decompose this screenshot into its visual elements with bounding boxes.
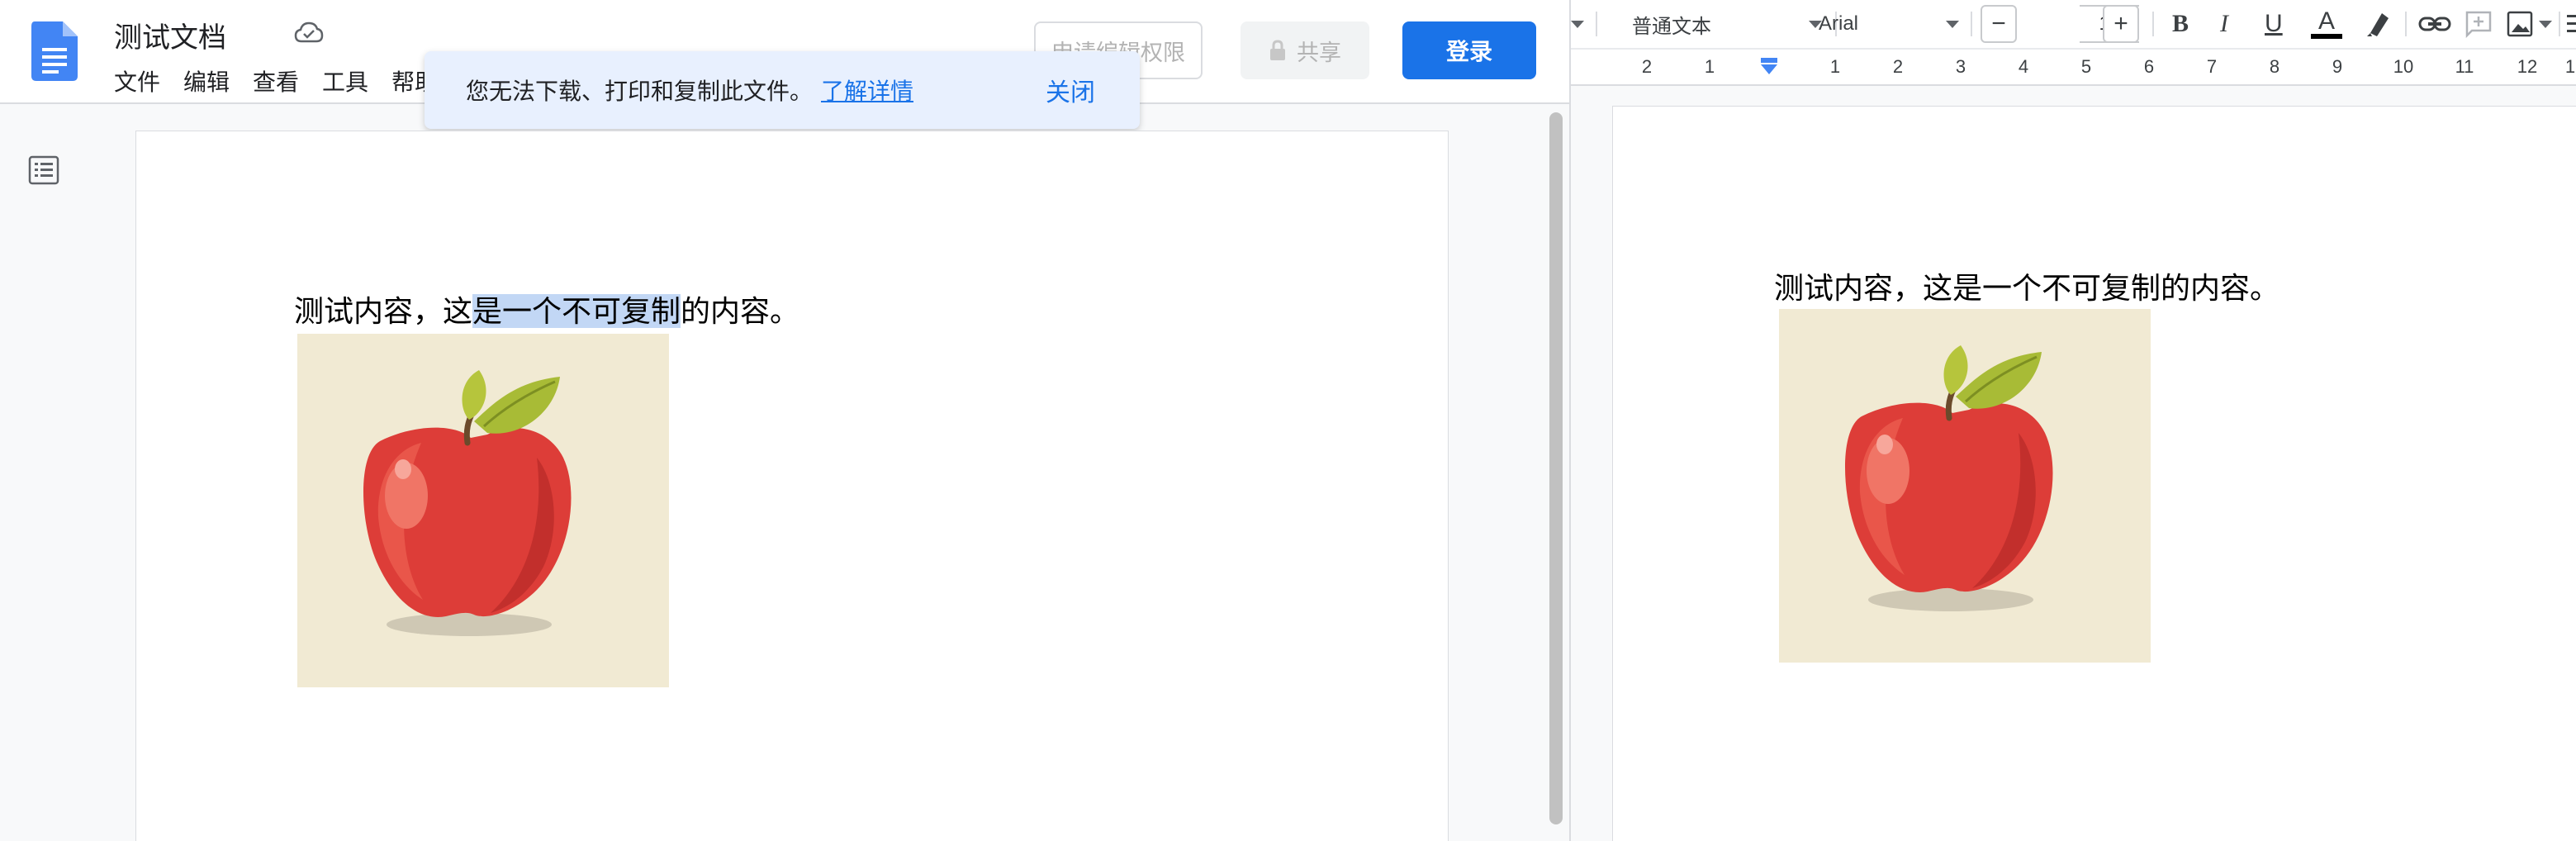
toolbar-divider: [2152, 12, 2154, 36]
apple-image[interactable]: [1779, 309, 2151, 663]
ruler-number: 1: [1704, 56, 1715, 77]
style-select[interactable]: 普通文本: [1632, 0, 1822, 48]
text-after: 的内容。: [681, 294, 800, 328]
ruler-number: 2: [1892, 56, 1904, 77]
login-button[interactable]: 登录: [1402, 21, 1536, 79]
ruler-number: 2: [1641, 56, 1653, 77]
menu-view[interactable]: 查看: [253, 64, 299, 95]
ruler-number: 8: [2269, 56, 2280, 77]
ruler-number: 7: [2206, 56, 2218, 77]
menu-file[interactable]: 文件: [114, 64, 160, 95]
ruler-number: 12: [2517, 56, 2538, 77]
comment-icon[interactable]: [2465, 10, 2493, 38]
highlighter-icon[interactable]: [2364, 8, 2393, 40]
indent-marker-icon[interactable]: [1759, 58, 1779, 76]
font-select[interactable]: Arial: [1819, 0, 1959, 48]
toolbar-divider: [1971, 12, 1972, 36]
copy-restriction-notice: 您无法下载、打印和复制此文件。 了解详情 关闭: [425, 51, 1140, 129]
toolbar-divider: [2559, 12, 2560, 36]
cloud-saved-icon[interactable]: [294, 20, 324, 45]
ruler-number: 4: [2018, 56, 2029, 77]
lock-icon: [1270, 40, 1285, 60]
decrease-font-size-button[interactable]: −: [1981, 5, 2017, 43]
ruler-number: 10: [2393, 56, 2414, 77]
document-text[interactable]: 测试内容，这是一个不可复制的内容。: [1774, 264, 2279, 307]
zoom-dropdown[interactable]: [1571, 0, 1584, 48]
scrollbar-thumb[interactable]: [1549, 112, 1563, 824]
chevron-down-icon: [1571, 20, 1584, 28]
text-before: 测试内容，这: [294, 294, 473, 328]
chevron-down-icon: [2539, 20, 2552, 28]
share-label: 共享: [1297, 40, 1341, 65]
learn-more-link[interactable]: 了解详情: [821, 74, 913, 107]
ruler-number: 5: [2080, 56, 2092, 77]
ruler-number: 3: [1955, 56, 1966, 77]
italic-icon[interactable]: I: [2220, 0, 2228, 48]
ruler-number: 1: [2564, 56, 2576, 77]
underline-icon[interactable]: U: [2265, 0, 2283, 48]
toolbar-divider: [1596, 12, 1597, 36]
apple-image[interactable]: [297, 334, 669, 687]
style-select-value: 普通文本: [1632, 15, 1711, 38]
more-icon[interactable]: [2565, 13, 2576, 35]
menu-tools[interactable]: 工具: [322, 64, 368, 95]
chevron-down-icon: [1946, 20, 1959, 28]
outline-icon[interactable]: [28, 155, 59, 185]
ruler-number: 6: [2143, 56, 2155, 77]
notice-close-button[interactable]: 关闭: [1046, 72, 1095, 108]
font-select-value: Arial: [1819, 12, 1859, 35]
image-icon[interactable]: [2506, 10, 2534, 38]
image-options-dropdown[interactable]: [2539, 0, 2552, 48]
menu-edit[interactable]: 编辑: [183, 64, 230, 95]
ruler-number: 11: [2455, 56, 2474, 77]
docs-logo-icon[interactable]: [31, 21, 78, 81]
bold-icon[interactable]: B: [2172, 0, 2189, 48]
ruler[interactable]: 2 1 1 2 3 4 5 6 7 8 9 10 11 12 1: [1571, 48, 2576, 86]
share-button[interactable]: 共享: [1241, 21, 1369, 79]
text-color-icon[interactable]: A: [2311, 0, 2342, 48]
link-icon[interactable]: [2418, 12, 2451, 36]
left-docs-window: 测试文档 文件 编辑 查看 工具 帮助 申请编辑权限 共享 登录 您无法下载、打…: [0, 0, 1569, 841]
ruler-number: 9: [2332, 56, 2343, 77]
format-toolbar: 普通文本 Arial − 11 + B I U A: [1571, 0, 2576, 48]
selected-text: 是一个不可复制: [472, 294, 681, 328]
doc-title[interactable]: 测试文档: [114, 15, 226, 55]
ruler-number: 1: [1829, 56, 1841, 77]
increase-font-size-button[interactable]: +: [2103, 5, 2139, 43]
toolbar-divider: [2405, 12, 2407, 36]
document-text[interactable]: 测试内容，这是一个不可复制的内容。: [294, 287, 799, 330]
menu-bar: 文件 编辑 查看 工具 帮助: [114, 64, 461, 95]
notice-message: 您无法下载、打印和复制此文件。: [466, 78, 814, 104]
